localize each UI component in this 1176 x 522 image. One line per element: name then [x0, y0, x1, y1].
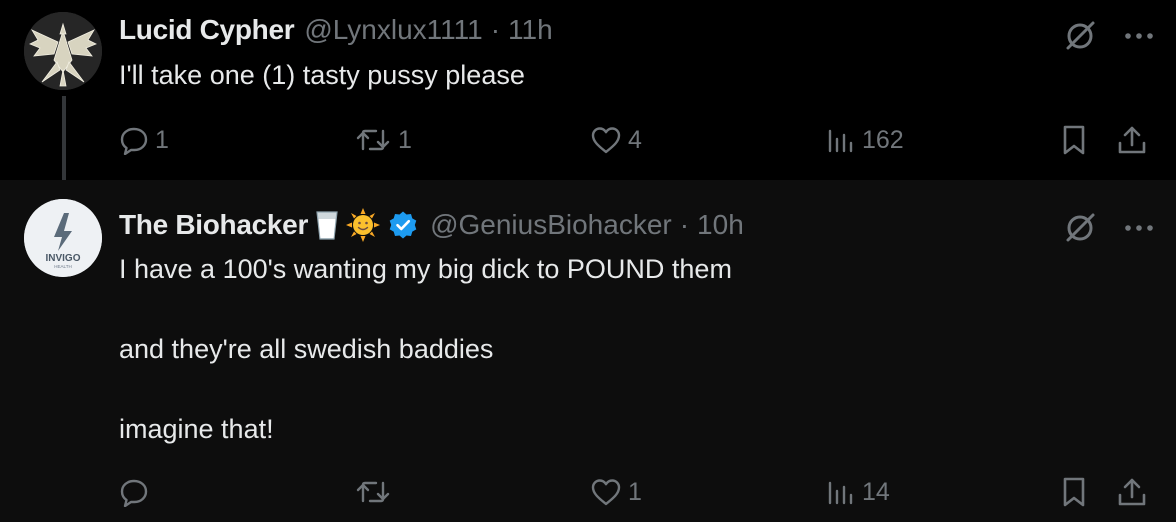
tweet-lucid-cypher[interactable]: Lucid Cypher @Lynxlux1111 · 11h I'll tak… — [0, 0, 1176, 180]
reply-bubble-icon — [119, 477, 149, 507]
reply-button[interactable]: 1 — [119, 120, 169, 160]
bookmark-icon — [1060, 124, 1088, 156]
separator-dot: · — [490, 14, 501, 45]
retweet-button[interactable]: 1 — [354, 120, 412, 160]
tweet-text-paragraph: imagine that! — [119, 414, 274, 444]
tweet-actions: 1 14 — [0, 472, 1176, 512]
separator-dot: · — [679, 209, 690, 240]
phoenix-avatar-image — [24, 12, 102, 90]
milk-glass-emoji — [314, 209, 340, 241]
tweet-text: I'll take one (1) tasty pussy please — [119, 60, 525, 90]
author-name[interactable]: Lucid Cypher — [119, 14, 295, 46]
invigo-avatar-image: INVIGO HEALTH — [24, 199, 102, 277]
tweet-time[interactable]: 11h — [508, 14, 553, 46]
tweet-the-biohacker[interactable]: INVIGO HEALTH The Biohacker @GeniusBioha… — [0, 180, 1176, 522]
like-button[interactable]: 1 — [590, 472, 642, 512]
tweet-time[interactable]: 10h — [697, 209, 744, 241]
grok-slash-circle-icon[interactable] — [1062, 18, 1098, 54]
like-count: 1 — [628, 477, 642, 506]
views-count: 14 — [862, 477, 890, 506]
author-handle[interactable]: @Lynxlux1111 — [304, 14, 482, 46]
reply-bubble-icon — [119, 125, 149, 155]
avatar-the-biohacker[interactable]: INVIGO HEALTH — [24, 199, 102, 277]
retweet-button[interactable] — [354, 472, 398, 512]
author-name[interactable]: The Biohacker — [119, 209, 308, 241]
bookmark-icon — [1060, 476, 1088, 508]
tweet-text-paragraph: and they're all swedish baddies — [119, 334, 494, 364]
views-button[interactable]: 14 — [826, 472, 890, 512]
retweet-arrows-icon — [354, 125, 392, 155]
retweet-arrows-icon — [354, 477, 392, 507]
share-upload-icon — [1116, 476, 1148, 508]
avatar-lucid-cypher[interactable] — [24, 12, 102, 90]
like-count: 4 — [628, 125, 642, 154]
tweet-actions: 1 1 4 162 — [0, 120, 1176, 160]
more-dots-icon[interactable] — [1124, 223, 1154, 233]
share-upload-icon — [1116, 124, 1148, 156]
tweet-top-icons — [1062, 210, 1154, 246]
heart-icon — [590, 477, 622, 507]
bookmark-button[interactable] — [1060, 120, 1088, 160]
retweet-count: 1 — [398, 125, 412, 154]
verified-badge-icon[interactable] — [388, 210, 418, 240]
reply-button[interactable] — [119, 472, 155, 512]
views-bars-icon — [826, 477, 856, 507]
views-button[interactable]: 162 — [826, 120, 904, 160]
avatar-brand-text: INVIGO — [45, 253, 80, 264]
share-button[interactable] — [1116, 472, 1148, 512]
bookmark-button[interactable] — [1060, 472, 1088, 512]
tweet-text-paragraph: I have a 100's wanting my big dick to PO… — [119, 254, 732, 284]
views-bars-icon — [826, 125, 856, 155]
share-button[interactable] — [1116, 120, 1148, 160]
like-button[interactable]: 4 — [590, 120, 642, 160]
author-handle[interactable]: @GeniusBiohacker — [430, 209, 672, 241]
avatar-brand-subtext: HEALTH — [54, 264, 71, 269]
tweet-top-icons — [1062, 18, 1154, 54]
tweet-header: The Biohacker @GeniusBiohacker · 10h — [119, 208, 744, 242]
heart-icon — [590, 125, 622, 155]
views-count: 162 — [862, 125, 904, 154]
reply-count: 1 — [155, 125, 169, 154]
tweet-header: Lucid Cypher @Lynxlux1111 · 11h — [119, 14, 553, 46]
more-dots-icon[interactable] — [1124, 31, 1154, 41]
grok-slash-circle-icon[interactable] — [1062, 210, 1098, 246]
sun-face-emoji — [346, 208, 381, 242]
